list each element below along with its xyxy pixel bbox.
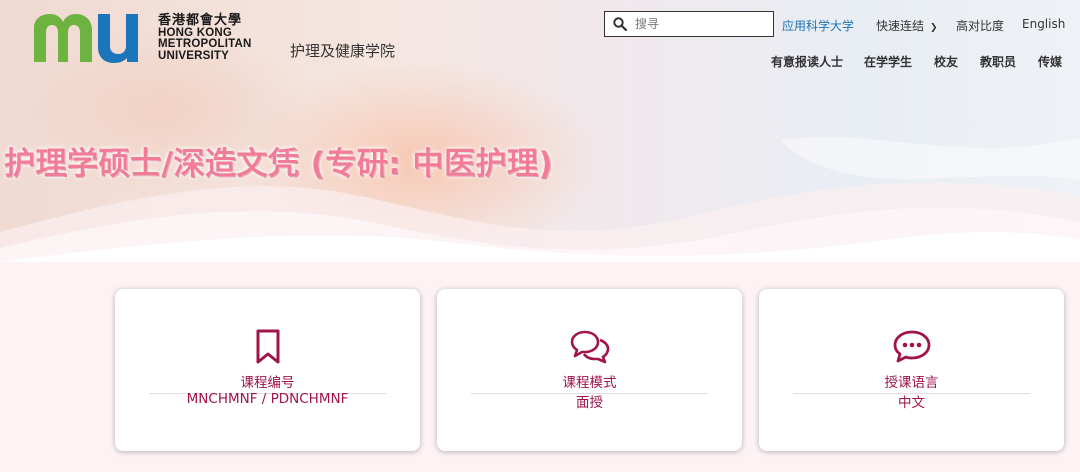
quick-links-label: 快速连结 bbox=[876, 19, 925, 33]
page-title: 护理学硕士/深造文凭 (专研: 中医护理) bbox=[4, 146, 554, 182]
chevron-down-icon: ❯ bbox=[930, 23, 938, 33]
mu-logo-icon bbox=[34, 14, 138, 63]
card-value: 面授 bbox=[576, 395, 603, 411]
card-programme-code: 课程编号 MNCHMNF / PDNCHMNF bbox=[115, 289, 420, 451]
university-name: 香港都會大學 HONG KONG METROPOLITAN UNIVERSITY bbox=[158, 12, 252, 62]
university-name-en-3: UNIVERSITY bbox=[158, 49, 230, 62]
university-name-zh: 香港都會大學 bbox=[158, 12, 243, 27]
card-teaching-language: 授课语言 中文 bbox=[759, 289, 1064, 451]
search-box[interactable] bbox=[604, 11, 774, 37]
university-logo[interactable]: 香港都會大學 HONG KONG METROPOLITAN UNIVERSITY bbox=[30, 12, 252, 64]
applied-sciences-link[interactable]: 应用科学大学 bbox=[782, 17, 854, 34]
nav-current-students[interactable]: 在学学生 bbox=[864, 53, 912, 70]
school-name[interactable]: 护理及健康学院 bbox=[290, 40, 395, 61]
english-link[interactable]: English bbox=[1022, 17, 1065, 31]
chat-bubbles-icon bbox=[570, 330, 609, 364]
card-value: 中文 bbox=[898, 395, 925, 411]
programme-info-cards: 课程编号 MNCHMNF / PDNCHMNF 课程模式 面授 授课语言 中文 bbox=[0, 262, 1080, 472]
speech-bubble-icon bbox=[893, 330, 930, 363]
search-input[interactable] bbox=[635, 17, 765, 31]
nav-staff[interactable]: 教职员 bbox=[980, 53, 1016, 70]
nav-media[interactable]: 传媒 bbox=[1038, 53, 1062, 70]
high-contrast-link[interactable]: 高对比度 bbox=[956, 17, 1004, 34]
nav-prospective-students[interactable]: 有意报读人士 bbox=[771, 53, 843, 70]
search-icon bbox=[613, 17, 627, 31]
university-name-en-2: METROPOLITAN bbox=[158, 38, 252, 50]
nav-alumni[interactable]: 校友 bbox=[934, 53, 958, 70]
bookmark-icon bbox=[256, 329, 279, 364]
quick-links-dropdown[interactable]: 快速连结 ❯ bbox=[876, 17, 938, 34]
card-study-mode: 课程模式 面授 bbox=[437, 289, 742, 451]
card-value: MNCHMNF / PDNCHMNF bbox=[186, 391, 349, 407]
